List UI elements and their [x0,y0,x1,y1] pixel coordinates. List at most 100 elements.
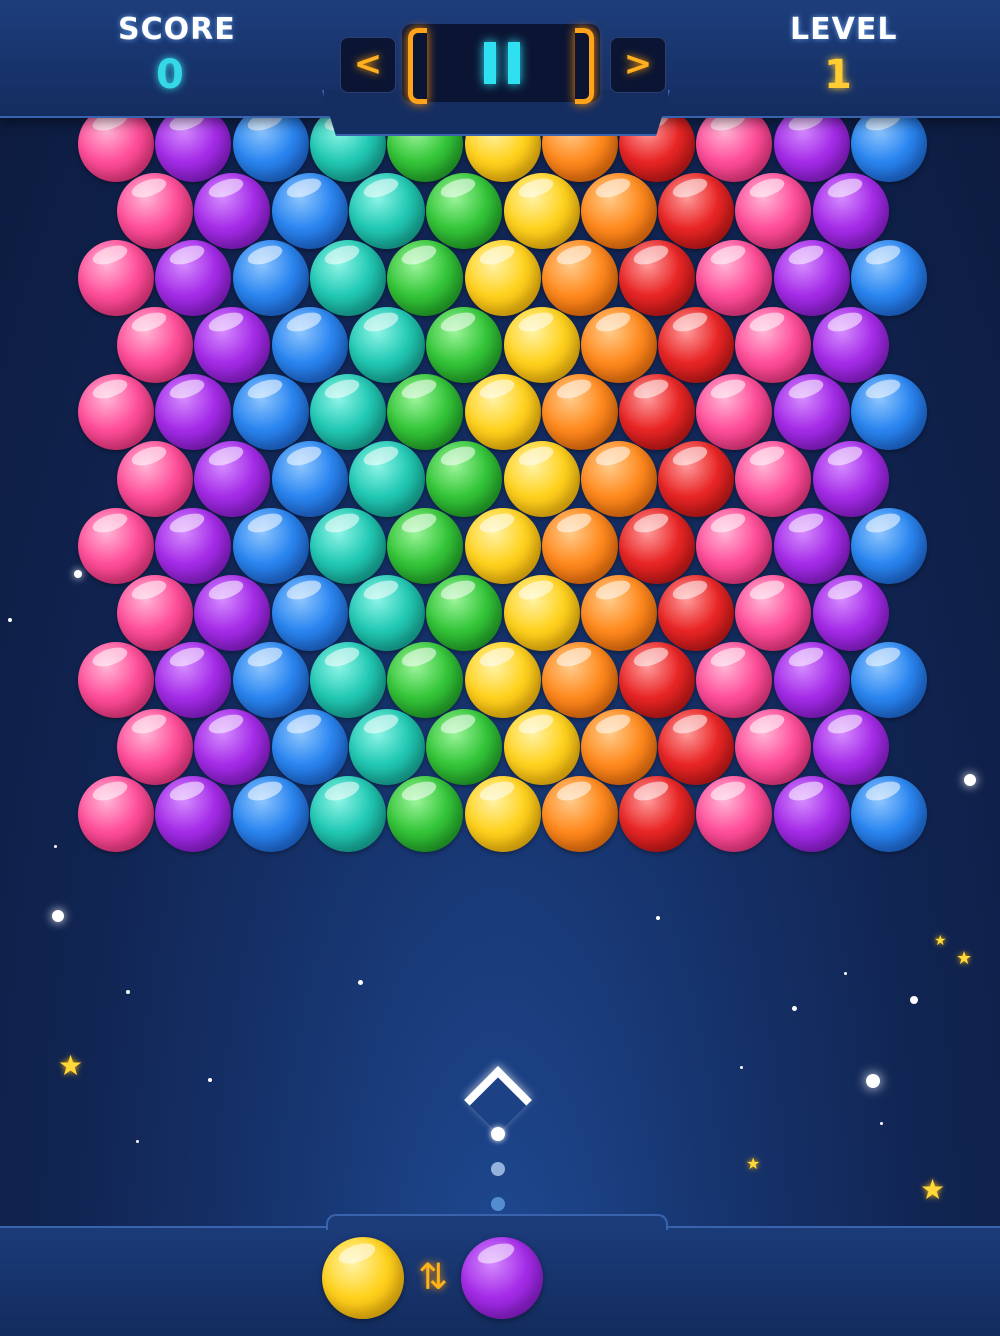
bubble-green [387,240,464,316]
prev-button[interactable]: < [340,37,396,93]
bubble-blue [271,307,348,383]
bubble-purple [194,441,271,517]
bubble-purple [773,240,850,316]
star-sparkle [844,972,847,975]
bubble-teal [348,307,425,383]
bubble-teal [348,575,425,651]
bubble-blue [232,776,309,852]
bubble-red [658,441,735,517]
bubble-blue [232,374,309,450]
bubble-purple [194,307,271,383]
bubble-pink [735,441,812,517]
bubble-red [658,173,735,249]
aim-guide-dot [491,1162,505,1176]
bubble-purple [773,642,850,718]
bubble-red [658,575,735,651]
bubble-green [387,508,464,584]
bottom-tray-notch [326,1214,668,1230]
next-button[interactable]: > [610,37,666,93]
bubble-blue [851,642,927,718]
bubble-pink [78,508,154,584]
bubble-blue [851,776,927,852]
star-sparkle [74,570,82,578]
bubble-pink [78,240,154,316]
star-sparkle [792,1006,797,1011]
gold-star-icon: ★ [934,933,947,949]
bubble-pink [696,776,773,852]
star-sparkle [866,1074,880,1088]
bubble-yellow [464,642,541,718]
bubble-blue [851,240,927,316]
bubble-purple [773,776,850,852]
bubble-green [387,776,464,852]
bubble-teal [309,374,386,450]
bubble-pink [117,441,193,517]
bubble-teal [309,508,386,584]
pause-frame [402,24,600,104]
star-sparkle [208,1078,212,1082]
bubble-teal [348,441,425,517]
bubble-orange [541,508,618,584]
gold-star-icon: ★ [746,1154,761,1173]
bubble-pink [696,374,773,450]
bubble-orange [580,307,657,383]
bubble-red [619,642,696,718]
bubble-blue [232,642,309,718]
bubble-blue [851,508,927,584]
bubble-green [426,709,503,785]
bubble-red [619,508,696,584]
bubble-teal [348,173,425,249]
bubble-purple [194,575,271,651]
bubble-purple [773,508,850,584]
bubble-orange [580,441,657,517]
bubble-pink [696,508,773,584]
pause-icon-bar [484,42,496,84]
pause-icon-bar [508,42,520,84]
bubble-pink [117,709,193,785]
bubble-blue [851,374,927,450]
bubble-purple [812,173,889,249]
bubble-purple [155,508,232,584]
star-sparkle [54,845,57,848]
pause-button[interactable] [482,42,522,84]
bubble-pink [735,307,812,383]
bubble-purple [812,441,889,517]
bubble-red [619,374,696,450]
star-sparkle [358,980,363,985]
score-value: 0 [156,52,184,98]
bubble-purple [812,709,889,785]
next-shooter-bubble[interactable] [461,1237,543,1319]
swap-arrows-icon[interactable]: ⇅ [413,1258,453,1298]
star-sparkle [740,1066,743,1069]
bubble-purple [194,709,271,785]
bracket-right-icon [575,28,594,104]
bubble-blue [232,240,309,316]
star-sparkle [656,916,660,920]
star-sparkle [8,618,12,622]
star-sparkle [880,1122,883,1125]
bubble-pink [78,374,154,450]
star-sparkle [910,996,918,1004]
bracket-left-icon [408,28,427,104]
bubble-purple [194,173,271,249]
bubble-yellow [464,240,541,316]
bubble-pink [696,642,773,718]
bubble-purple [812,575,889,651]
star-sparkle [136,1140,139,1143]
bubble-orange [541,374,618,450]
bubble-blue [271,441,348,517]
gold-star-icon: ★ [920,1173,946,1206]
star-sparkle [126,990,130,994]
bubble-yellow [464,776,541,852]
gold-star-icon: ★ [956,948,973,969]
bubble-yellow [503,441,580,517]
star-sparkle [964,774,976,786]
bubble-purple [155,776,232,852]
bubble-blue [271,709,348,785]
bubble-yellow [503,709,580,785]
current-shooter-bubble[interactable] [322,1237,404,1319]
bubble-blue [232,508,309,584]
bubble-teal [309,776,386,852]
bubble-pink [696,240,773,316]
bubble-green [426,173,503,249]
